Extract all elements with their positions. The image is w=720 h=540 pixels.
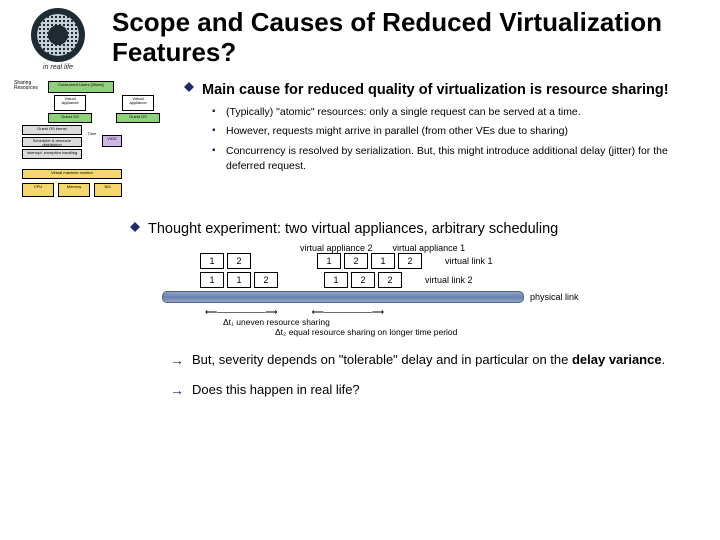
- concl1-suffix: .: [662, 352, 666, 367]
- diagram-va2: Virtual appliance: [122, 95, 154, 111]
- physical-link-bar: [162, 291, 524, 303]
- diamond-bullet-icon: [130, 222, 140, 232]
- slot-r2-5: 2: [378, 272, 402, 288]
- slot-r2-4: 2: [351, 272, 375, 288]
- diagram-guest2: Guest OS: [116, 113, 160, 123]
- slot-r2-2: 2: [254, 272, 278, 288]
- caption-dt1: Δt₁ uneven resource sharing: [223, 317, 590, 327]
- sub-bullet-1: (Typically) "atomic" resources: only a s…: [212, 105, 706, 120]
- diagram-gk3: Interrupt, exception handling: [22, 149, 82, 159]
- diagram-label-sharing: Sharing Resources: [14, 81, 42, 92]
- main-cause-prefix: Main cause for reduced quality of virtua…: [202, 82, 546, 98]
- sub-bullet-list: (Typically) "atomic" resources: only a s…: [212, 105, 706, 174]
- diagram-nic: NIC: [94, 183, 122, 197]
- slot-r1-1: 2: [227, 253, 251, 269]
- slot-r1-0: 1: [200, 253, 224, 269]
- concl1-emph: delay variance: [572, 352, 662, 367]
- slot-r1-2: 1: [317, 253, 341, 269]
- slot-r1-4: 1: [371, 253, 395, 269]
- diagram-label-concurrent: Concurrent Users (Slices): [48, 81, 114, 93]
- diagram-cpu: CPU: [22, 183, 54, 197]
- main-cause-text: Main cause for reduced quality of virtua…: [202, 81, 669, 99]
- row1-label: virtual link 1: [445, 256, 493, 266]
- diagram-time: Time: [84, 131, 100, 159]
- architecture-diagram: Sharing Resources Concurrent Users (Slic…: [14, 81, 174, 211]
- diagram-memory: Memory: [58, 183, 90, 197]
- logo-caption: in real life: [8, 64, 108, 71]
- slot-r2-1: 1: [227, 272, 251, 288]
- diagram-vmm: Virtual machine monitor: [22, 169, 122, 179]
- appliance1-label: virtual appliance 1: [393, 243, 466, 253]
- arrow-icon: →: [170, 352, 184, 368]
- bar-label: physical link: [530, 292, 579, 302]
- diamond-bullet-icon: [184, 82, 194, 92]
- concl1-prefix: But, severity depends on "tolerable" del…: [192, 352, 572, 367]
- main-column: Main cause for reduced quality of virtua…: [184, 81, 706, 211]
- logo-area: in real life: [8, 8, 108, 71]
- diagram-va1: Virtual appliance: [54, 95, 86, 111]
- caption-dt2: Δt₂ equal resource sharing on longer tim…: [275, 327, 590, 337]
- slot-r1-5: 2: [398, 253, 422, 269]
- arrow-icon: →: [170, 382, 184, 398]
- diagram-gk2: Scheduler & resource distribution: [22, 137, 82, 147]
- diagram-guest1: Guest OS: [48, 113, 92, 123]
- slide-title: Scope and Causes of Reduced Virtualizati…: [108, 8, 720, 68]
- appliance2-label: virtual appliance 2: [300, 243, 373, 253]
- slot-r1-3: 2: [344, 253, 368, 269]
- main-cause-emph: resource sharing!: [546, 82, 669, 98]
- diagram-gk1: Guest OS kernel: [22, 125, 82, 135]
- slot-r2-3: 1: [324, 272, 348, 288]
- slot-r2-0: 1: [200, 272, 224, 288]
- conclusion-2: Does this happen in real life?: [192, 382, 360, 397]
- conclusion-1: But, severity depends on "tolerable" del…: [192, 352, 665, 367]
- sub-bullet-2: However, requests might arrive in parall…: [212, 124, 706, 139]
- sub-bullet-3: Concurrency is resolved by serialization…: [212, 144, 706, 174]
- row2-label: virtual link 2: [425, 275, 473, 285]
- diagram-vioc: VIOC: [102, 135, 122, 147]
- school-logo: [31, 8, 85, 62]
- thought-experiment-text: Thought experiment: two virtual applianc…: [148, 221, 558, 237]
- scheduling-diagram: virtual appliance 2 virtual appliance 1 …: [150, 243, 590, 338]
